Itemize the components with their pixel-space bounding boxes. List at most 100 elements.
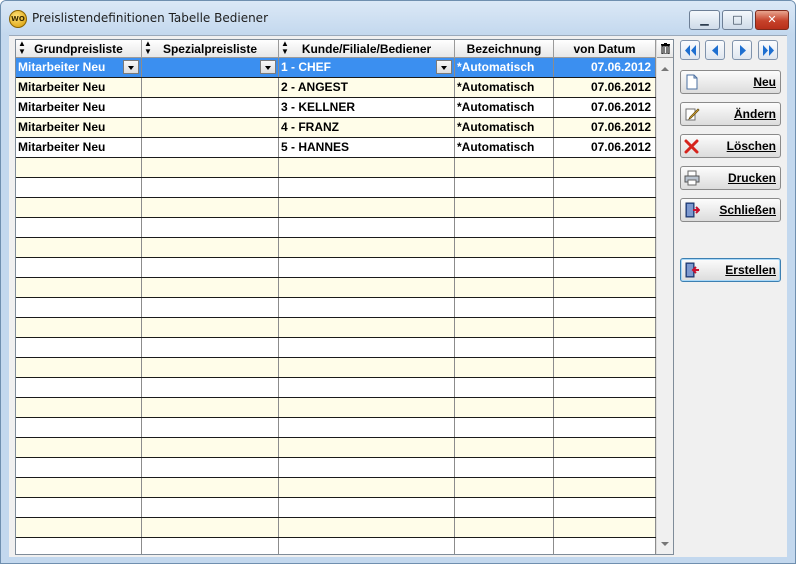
close-button[interactable]: ✕ — [755, 10, 789, 30]
table-cell[interactable] — [455, 198, 554, 217]
table-cell[interactable] — [16, 438, 142, 457]
table-cell[interactable] — [16, 418, 142, 437]
table-cell[interactable] — [279, 458, 455, 477]
table-cell[interactable] — [16, 238, 142, 257]
grundpreisliste-dropdown-icon[interactable] — [123, 60, 139, 74]
table-cell[interactable] — [142, 498, 279, 517]
table-cell[interactable]: *Automatisch — [455, 118, 554, 137]
table-cell[interactable] — [16, 298, 142, 317]
table-cell[interactable]: 4 - FRANZ — [279, 118, 455, 137]
table-cell[interactable] — [16, 218, 142, 237]
minimize-button[interactable]: ▁ — [689, 10, 720, 30]
scroll-down-icon[interactable] — [661, 542, 669, 546]
trash-icon[interactable] — [657, 40, 673, 58]
empty-table-row[interactable] — [16, 298, 656, 318]
table-cell[interactable]: *Automatisch — [455, 58, 554, 77]
table-cell[interactable] — [16, 278, 142, 297]
empty-table-row[interactable] — [16, 358, 656, 378]
table-cell[interactable] — [279, 438, 455, 457]
empty-table-row[interactable] — [16, 278, 656, 298]
table-cell[interactable] — [554, 178, 656, 197]
table-cell[interactable] — [142, 258, 279, 277]
empty-table-row[interactable] — [16, 418, 656, 438]
table-cell[interactable] — [142, 378, 279, 397]
table-cell[interactable] — [16, 158, 142, 177]
table-cell[interactable] — [279, 258, 455, 277]
table-cell[interactable] — [16, 538, 142, 554]
table-cell[interactable] — [16, 358, 142, 377]
edit-button[interactable]: Ändern — [680, 102, 781, 126]
table-cell[interactable] — [554, 538, 656, 554]
table-cell[interactable]: 3 - KELLNER — [279, 98, 455, 117]
table-cell[interactable] — [455, 238, 554, 257]
table-cell[interactable] — [554, 498, 656, 517]
table-cell[interactable] — [455, 378, 554, 397]
table-cell[interactable] — [455, 518, 554, 537]
table-cell[interactable] — [279, 298, 455, 317]
table-cell[interactable] — [279, 538, 455, 554]
table-cell[interactable] — [554, 318, 656, 337]
table-cell[interactable] — [142, 278, 279, 297]
table-cell[interactable] — [554, 398, 656, 417]
sort-icon[interactable]: ▲ ▼ — [281, 40, 289, 56]
table-cell[interactable] — [142, 398, 279, 417]
table-cell[interactable] — [142, 518, 279, 537]
table-cell[interactable] — [455, 358, 554, 377]
delete-button[interactable]: Löschen — [680, 134, 781, 158]
empty-table-row[interactable] — [16, 538, 656, 554]
table-cell[interactable] — [16, 318, 142, 337]
table-cell[interactable]: 07.06.2012 — [554, 78, 656, 97]
table-cell[interactable] — [455, 418, 554, 437]
table-cell[interactable]: 07.06.2012 — [554, 118, 656, 137]
table-row[interactable]: Mitarbeiter Neu 5 - HANNES *Automatisch 07.… — [16, 138, 656, 158]
table-cell[interactable]: *Automatisch — [455, 98, 554, 117]
column-header-spezialpreisliste[interactable]: ▲ ▼ Spezialpreisliste — [142, 40, 279, 58]
table-cell[interactable] — [279, 218, 455, 237]
table-cell[interactable] — [455, 398, 554, 417]
empty-table-row[interactable] — [16, 198, 656, 218]
table-cell[interactable] — [279, 378, 455, 397]
sort-icon[interactable]: ▲ ▼ — [18, 40, 26, 56]
table-cell[interactable] — [142, 418, 279, 437]
table-cell[interactable] — [554, 378, 656, 397]
table-cell[interactable]: 07.06.2012 — [554, 98, 656, 117]
table-cell[interactable] — [142, 538, 279, 554]
table-row[interactable]: Mitarbeiter Neu 1 - CHEF *Automatisch 07.06… — [16, 58, 656, 78]
table-cell[interactable] — [16, 398, 142, 417]
table-cell[interactable] — [554, 458, 656, 477]
table-cell[interactable] — [455, 178, 554, 197]
table-cell[interactable] — [554, 438, 656, 457]
table-cell[interactable] — [16, 258, 142, 277]
table-cell[interactable] — [142, 458, 279, 477]
table-cell[interactable] — [142, 178, 279, 197]
new-button[interactable]: Neu — [680, 70, 781, 94]
empty-table-row[interactable] — [16, 338, 656, 358]
table-cell[interactable] — [279, 178, 455, 197]
create-button[interactable]: Erstellen — [680, 258, 781, 282]
first-record-button[interactable] — [680, 40, 700, 60]
empty-table-row[interactable] — [16, 438, 656, 458]
empty-table-row[interactable] — [16, 518, 656, 538]
table-cell[interactable] — [279, 198, 455, 217]
table-cell[interactable] — [142, 198, 279, 217]
empty-table-row[interactable] — [16, 398, 656, 418]
column-header-datum[interactable]: von Datum — [554, 40, 656, 58]
table-cell[interactable] — [16, 198, 142, 217]
table-cell[interactable] — [554, 158, 656, 177]
price-list-grid[interactable]: ▲ ▼ Grundpreisliste ▲ ▼ Spezialpreisliste … — [15, 39, 674, 555]
table-cell[interactable] — [279, 518, 455, 537]
table-cell[interactable] — [16, 178, 142, 197]
table-cell[interactable] — [554, 258, 656, 277]
table-cell[interactable] — [16, 338, 142, 357]
table-cell[interactable] — [142, 118, 279, 137]
table-cell[interactable]: 5 - HANNES — [279, 138, 455, 157]
last-record-button[interactable] — [758, 40, 778, 60]
table-cell[interactable]: *Automatisch — [455, 78, 554, 97]
table-cell[interactable] — [142, 58, 279, 77]
empty-table-row[interactable] — [16, 498, 656, 518]
print-button[interactable]: Drucken — [680, 166, 781, 190]
table-cell[interactable]: 07.06.2012 — [554, 58, 656, 77]
table-cell[interactable] — [279, 278, 455, 297]
table-cell[interactable] — [554, 298, 656, 317]
table-cell[interactable] — [455, 538, 554, 554]
